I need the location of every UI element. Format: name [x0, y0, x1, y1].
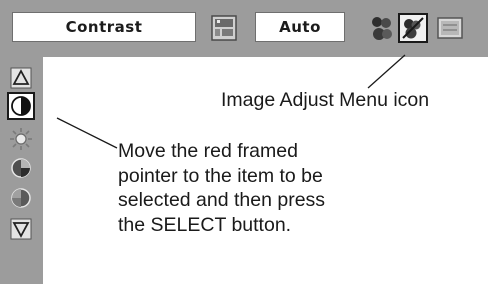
instruction-line: pointer to the item to be — [118, 164, 323, 187]
instruction-line: Move the red framed — [118, 140, 298, 162]
user-group-icon[interactable] — [366, 13, 396, 43]
pointer-callout-line — [56, 117, 118, 149]
instruction-line: the SELECT button. — [118, 213, 292, 236]
arrow-up-icon[interactable] — [7, 64, 35, 92]
screen-menu-icon[interactable] — [435, 13, 465, 43]
menu-icon-label: Image Adjust Menu icon — [221, 89, 430, 111]
arrow-down-icon[interactable] — [7, 215, 35, 243]
instruction-text: Move the red framed pointer to the item … — [118, 139, 418, 237]
image-adjust-menu-icon[interactable] — [398, 13, 428, 43]
mode-value: Auto — [279, 18, 321, 36]
selected-item-label: Contrast — [65, 18, 143, 36]
contrast-icon[interactable] — [7, 92, 35, 120]
selected-item-field: Contrast — [12, 12, 196, 42]
side-menu — [0, 57, 43, 284]
tint-icon[interactable] — [7, 184, 35, 212]
mode-select[interactable]: Auto — [255, 12, 345, 42]
scene-icon[interactable] — [209, 13, 239, 43]
menu-icon-callout-line — [367, 54, 406, 89]
instruction-line: selected and then press — [118, 189, 326, 211]
menu-bar: Contrast Auto — [0, 0, 488, 57]
brightness-icon[interactable] — [7, 125, 35, 153]
color-icon[interactable] — [7, 154, 35, 182]
